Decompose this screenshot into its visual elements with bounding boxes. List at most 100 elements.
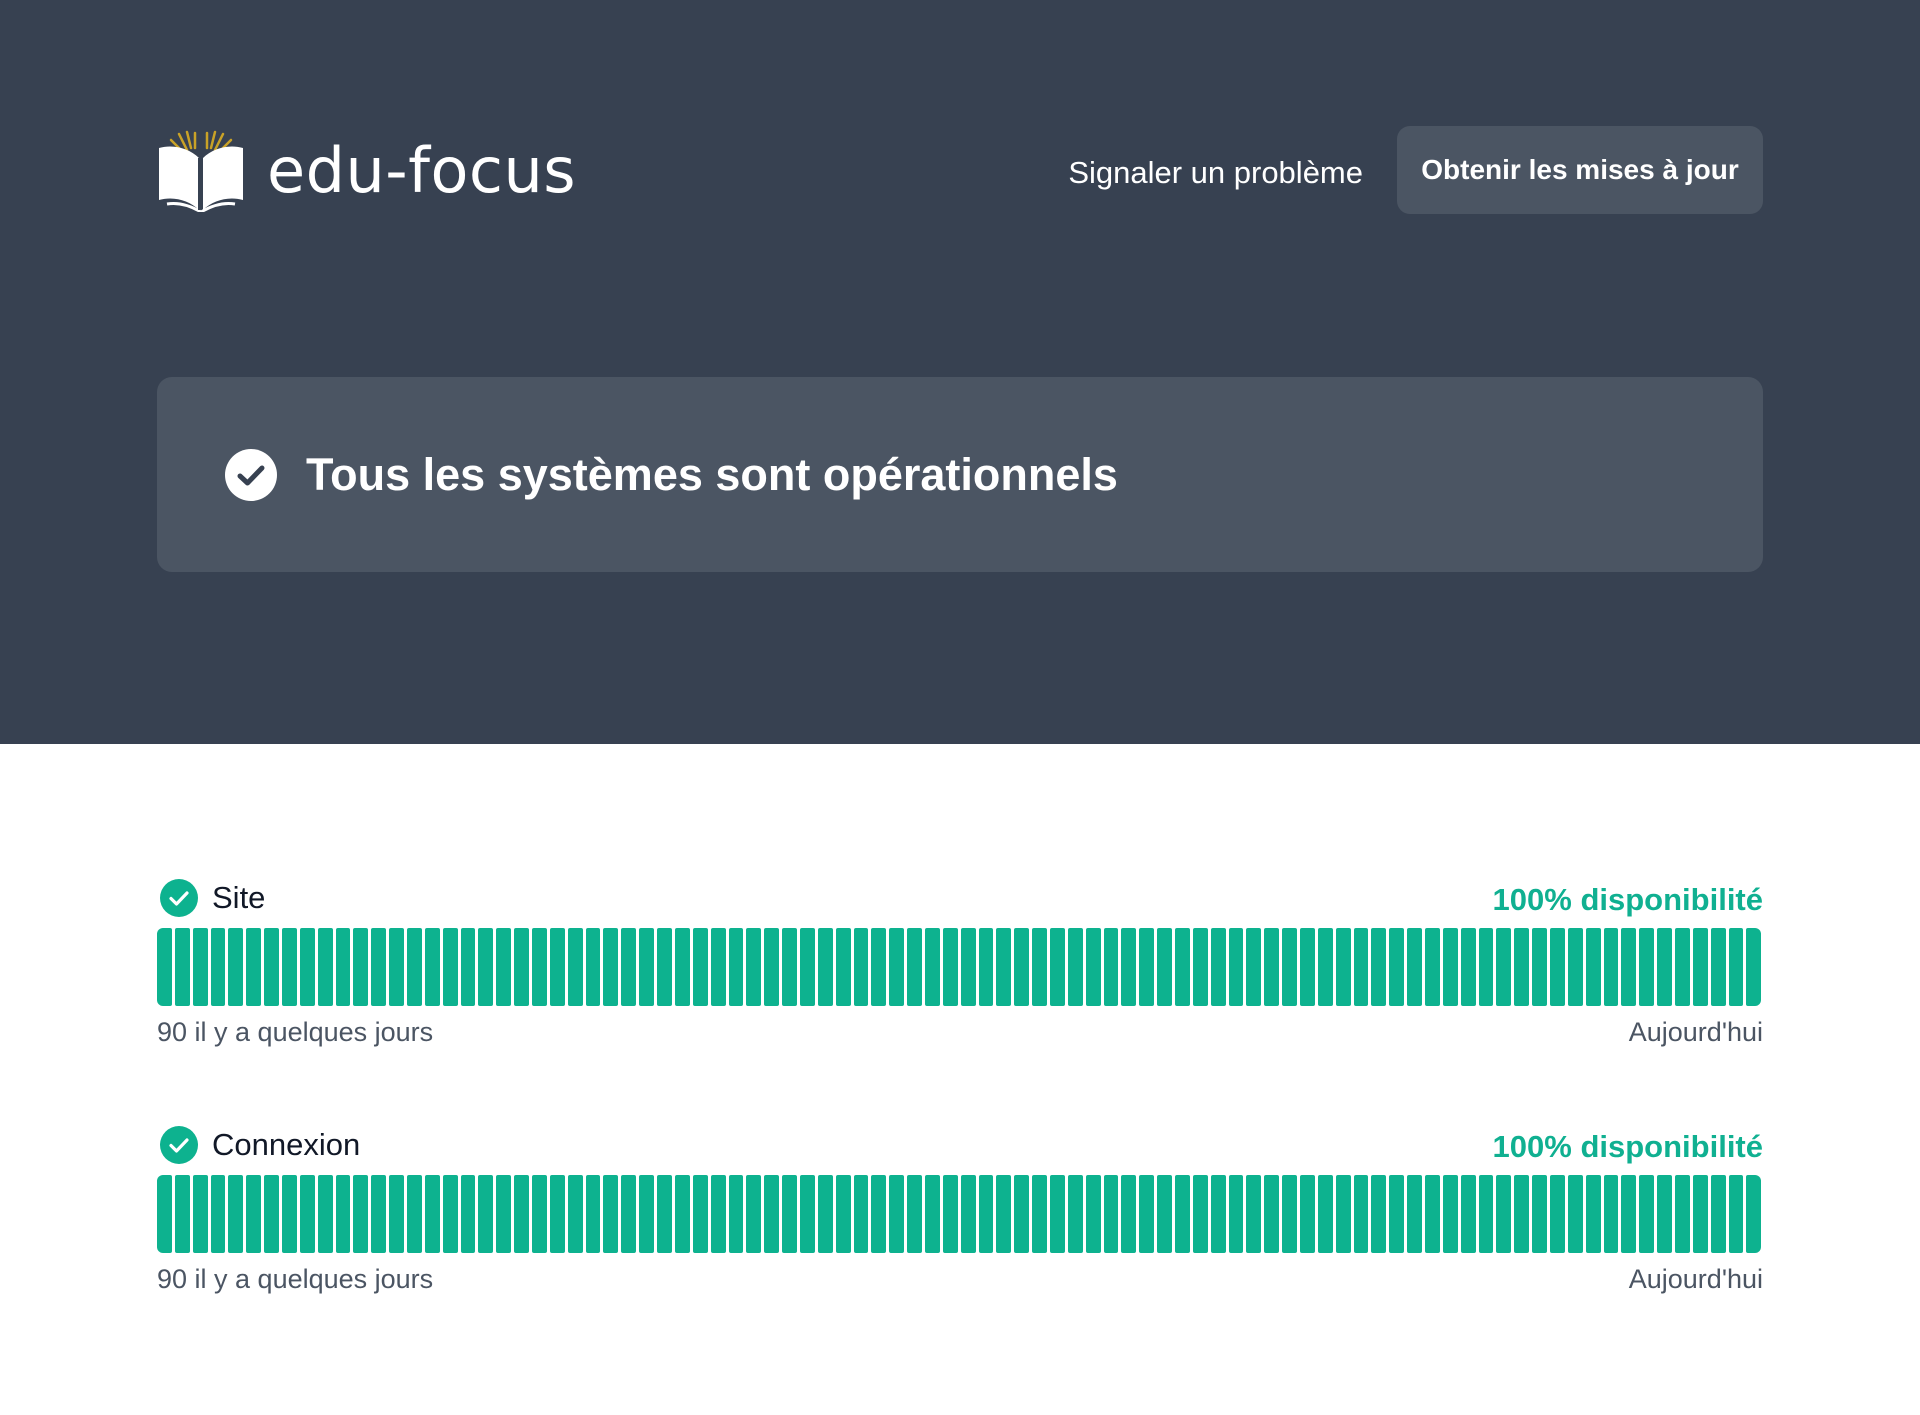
uptime-day-bar[interactable] bbox=[1389, 928, 1405, 1006]
uptime-day-bar[interactable] bbox=[817, 1175, 833, 1253]
uptime-day-bar[interactable] bbox=[960, 1175, 976, 1253]
uptime-day-bar[interactable] bbox=[532, 928, 547, 1006]
uptime-day-bar[interactable] bbox=[1639, 928, 1655, 1006]
uptime-day-bar[interactable] bbox=[1532, 1175, 1548, 1253]
uptime-day-bar[interactable] bbox=[1049, 1175, 1065, 1253]
uptime-day-bar[interactable] bbox=[1157, 1175, 1172, 1253]
uptime-day-bar[interactable] bbox=[889, 928, 905, 1006]
uptime-day-bar[interactable] bbox=[1603, 928, 1619, 1006]
brand-logo[interactable]: edu-focus bbox=[157, 130, 576, 212]
uptime-day-bar[interactable] bbox=[282, 928, 297, 1006]
uptime-day-bar[interactable] bbox=[1407, 1175, 1423, 1253]
uptime-day-bar[interactable] bbox=[1353, 928, 1369, 1006]
uptime-day-bar[interactable] bbox=[228, 928, 244, 1006]
uptime-day-bar[interactable] bbox=[1317, 1175, 1333, 1253]
uptime-day-bar[interactable] bbox=[532, 1175, 547, 1253]
uptime-day-bar[interactable] bbox=[657, 1175, 672, 1253]
uptime-day-bar[interactable] bbox=[1210, 928, 1226, 1006]
uptime-day-bar[interactable] bbox=[728, 928, 744, 1006]
uptime-day-bar[interactable] bbox=[1264, 1175, 1280, 1253]
uptime-day-bar[interactable] bbox=[907, 928, 922, 1006]
uptime-day-bar[interactable] bbox=[1157, 928, 1172, 1006]
uptime-day-bar[interactable] bbox=[853, 928, 869, 1006]
uptime-day-bar[interactable] bbox=[1442, 928, 1458, 1006]
uptime-day-bar[interactable] bbox=[1478, 1175, 1494, 1253]
uptime-day-bar[interactable] bbox=[871, 928, 887, 1006]
uptime-day-bar[interactable] bbox=[1228, 928, 1244, 1006]
uptime-day-bar[interactable] bbox=[1049, 928, 1065, 1006]
uptime-day-bar[interactable] bbox=[1228, 1175, 1244, 1253]
uptime-day-bar[interactable] bbox=[728, 1175, 744, 1253]
uptime-day-bar[interactable] bbox=[1174, 1175, 1190, 1253]
uptime-day-bar[interactable] bbox=[567, 1175, 583, 1253]
uptime-day-bar[interactable] bbox=[996, 1175, 1012, 1253]
uptime-day-bar[interactable] bbox=[210, 1175, 226, 1253]
uptime-day-bar[interactable] bbox=[264, 928, 280, 1006]
uptime-day-bar[interactable] bbox=[478, 928, 494, 1006]
uptime-day-bar[interactable] bbox=[907, 1175, 922, 1253]
uptime-day-bar[interactable] bbox=[1121, 928, 1137, 1006]
uptime-day-bar[interactable] bbox=[1067, 1175, 1083, 1253]
uptime-day-bar[interactable] bbox=[585, 928, 601, 1006]
uptime-day-bar[interactable] bbox=[585, 1175, 601, 1253]
uptime-day-bar[interactable] bbox=[1567, 928, 1583, 1006]
uptime-day-bar[interactable] bbox=[317, 1175, 333, 1253]
uptime-day-bar[interactable] bbox=[228, 1175, 244, 1253]
uptime-day-bar[interactable] bbox=[710, 1175, 726, 1253]
uptime-day-bar[interactable] bbox=[1514, 1175, 1530, 1253]
uptime-day-bar[interactable] bbox=[692, 928, 708, 1006]
uptime-day-bar[interactable] bbox=[496, 1175, 512, 1253]
uptime-day-bar[interactable] bbox=[174, 928, 190, 1006]
uptime-day-bar[interactable] bbox=[835, 928, 851, 1006]
uptime-day-bar[interactable] bbox=[442, 1175, 458, 1253]
uptime-day-bar[interactable] bbox=[1139, 1175, 1155, 1253]
uptime-day-bar[interactable] bbox=[978, 928, 994, 1006]
uptime-day-bar[interactable] bbox=[1478, 928, 1494, 1006]
uptime-day-bar[interactable] bbox=[1603, 1175, 1619, 1253]
uptime-day-bar[interactable] bbox=[960, 928, 976, 1006]
uptime-day-bar[interactable] bbox=[1514, 928, 1530, 1006]
uptime-day-bar[interactable] bbox=[942, 1175, 958, 1253]
uptime-day-bar[interactable] bbox=[1675, 928, 1690, 1006]
uptime-day-bar[interactable] bbox=[460, 1175, 476, 1253]
uptime-day-bar[interactable] bbox=[746, 1175, 762, 1253]
uptime-day-bar[interactable] bbox=[924, 1175, 940, 1253]
uptime-day-bar[interactable] bbox=[621, 1175, 637, 1253]
uptime-day-bar[interactable] bbox=[317, 928, 333, 1006]
uptime-day-bar[interactable] bbox=[371, 1175, 387, 1253]
uptime-day-bar[interactable] bbox=[835, 1175, 851, 1253]
uptime-day-bar[interactable] bbox=[1746, 928, 1762, 1006]
uptime-day-bar[interactable] bbox=[1103, 1175, 1119, 1253]
uptime-day-bar[interactable] bbox=[1496, 1175, 1512, 1253]
uptime-day-bar[interactable] bbox=[353, 1175, 369, 1253]
uptime-day-bar[interactable] bbox=[174, 1175, 190, 1253]
uptime-day-bar[interactable] bbox=[692, 1175, 708, 1253]
uptime-day-bar[interactable] bbox=[1282, 928, 1297, 1006]
uptime-day-bar[interactable] bbox=[1300, 1175, 1315, 1253]
uptime-day-bar[interactable] bbox=[674, 928, 690, 1006]
uptime-day-bar[interactable] bbox=[1710, 1175, 1726, 1253]
uptime-day-bar[interactable] bbox=[1371, 1175, 1387, 1253]
uptime-day-bar[interactable] bbox=[1550, 1175, 1565, 1253]
uptime-day-bar[interactable] bbox=[1728, 928, 1744, 1006]
uptime-day-bar[interactable] bbox=[1085, 928, 1101, 1006]
uptime-day-bar[interactable] bbox=[799, 928, 815, 1006]
uptime-day-bar[interactable] bbox=[478, 1175, 494, 1253]
uptime-day-bar[interactable] bbox=[1371, 928, 1387, 1006]
uptime-day-bar[interactable] bbox=[1353, 1175, 1369, 1253]
uptime-day-bar[interactable] bbox=[674, 1175, 690, 1253]
uptime-day-bar[interactable] bbox=[157, 1175, 172, 1253]
uptime-day-bar[interactable] bbox=[1085, 1175, 1101, 1253]
uptime-day-bar[interactable] bbox=[1425, 928, 1440, 1006]
uptime-day-bar[interactable] bbox=[1585, 1175, 1601, 1253]
uptime-day-bar[interactable] bbox=[1657, 928, 1673, 1006]
uptime-day-bar[interactable] bbox=[1317, 928, 1333, 1006]
report-issue-link[interactable]: Signaler un problème bbox=[1068, 146, 1363, 200]
uptime-day-bar[interactable] bbox=[1192, 928, 1208, 1006]
uptime-day-bar[interactable] bbox=[514, 928, 530, 1006]
uptime-day-bar[interactable] bbox=[157, 928, 172, 1006]
uptime-day-bar[interactable] bbox=[567, 928, 583, 1006]
uptime-day-bar[interactable] bbox=[799, 1175, 815, 1253]
uptime-day-bar[interactable] bbox=[1639, 1175, 1655, 1253]
uptime-day-bar[interactable] bbox=[942, 928, 958, 1006]
